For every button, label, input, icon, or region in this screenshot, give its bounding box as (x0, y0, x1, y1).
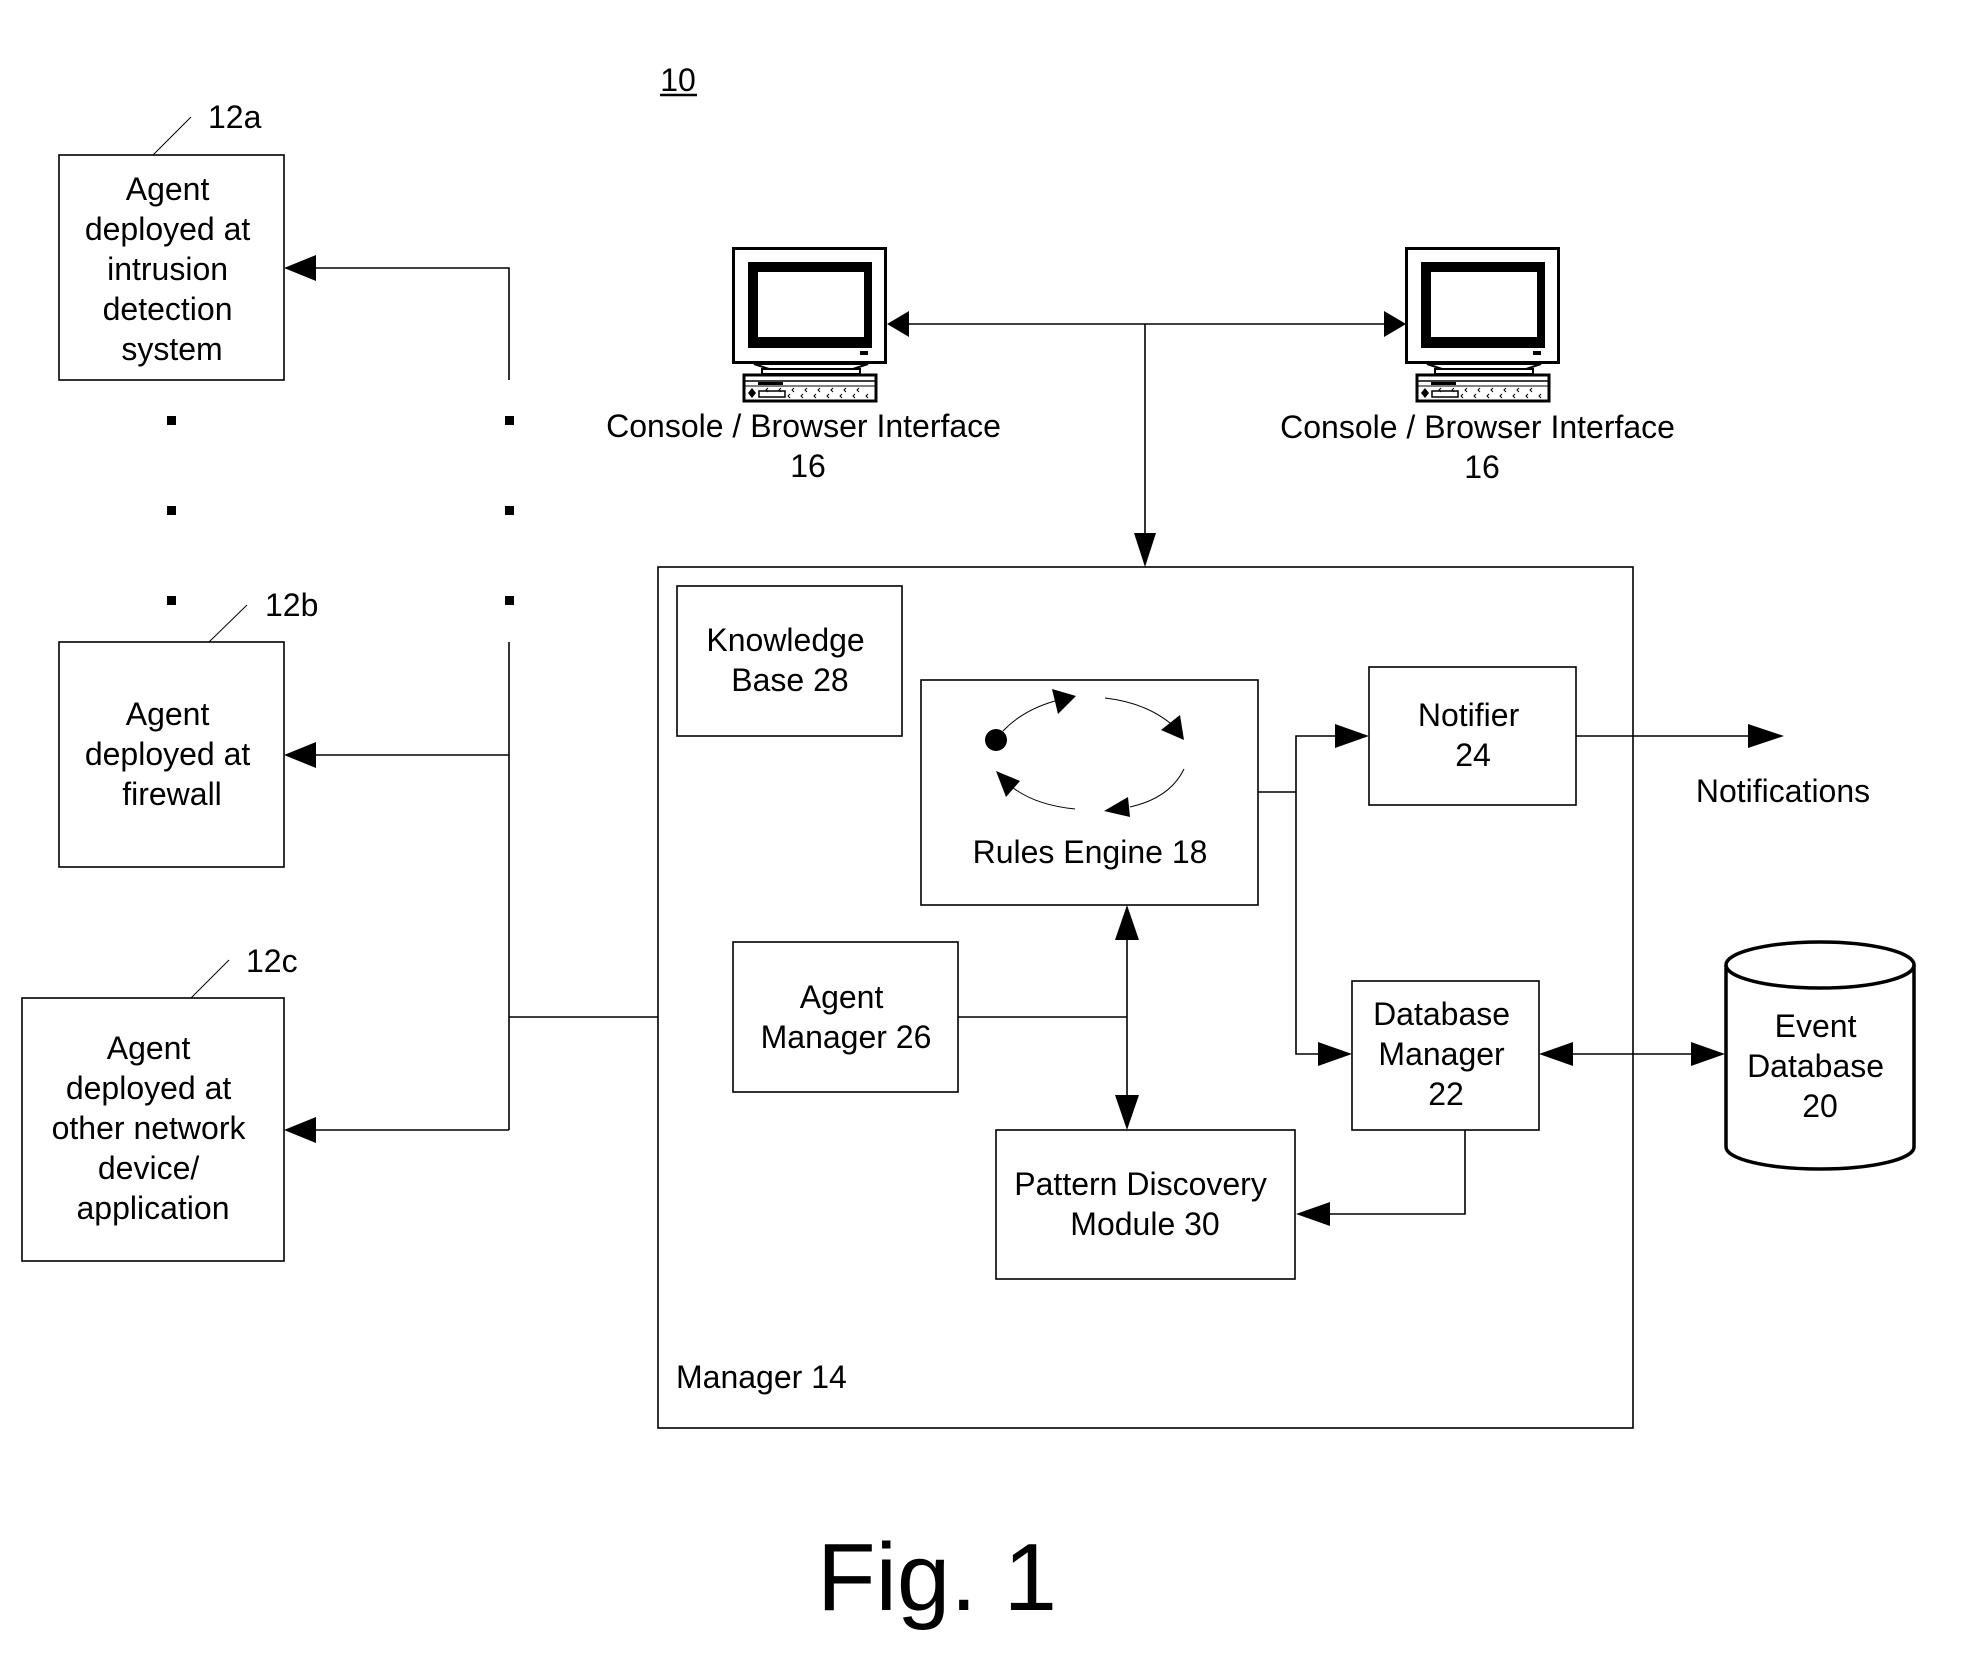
knowledge-base-28: Knowledge Base 28 (676, 585, 903, 737)
rules-engine-18: Rules Engine 18 (920, 679, 1259, 906)
arrow-to-agent-12b (284, 742, 316, 768)
figure-caption: Fig. 1 (817, 1524, 1057, 1631)
pattern-discovery-module-30: Pattern Discovery Module 30 (995, 1129, 1296, 1280)
database-manager-22: Database Manager 22 (1351, 980, 1540, 1131)
knowledge-base-box (676, 585, 903, 737)
rules-engine-box (920, 679, 1259, 906)
agent-12c: Agent deployed at other network device/ … (21, 943, 298, 1262)
system-diagram: 10 Agent deployed at intrusion detection… (21, 62, 1916, 1631)
agent-12b-ref: 12b (265, 587, 318, 623)
agent-12b-leader-line (208, 604, 248, 643)
computer-monitor-icon (732, 247, 887, 403)
manager-label: Manager 14 (676, 1359, 847, 1395)
agent-manager-26: Agent Manager 26 (732, 941, 959, 1093)
computer-monitor-icon (1405, 247, 1560, 403)
arrow-to-event-database (1691, 1042, 1725, 1066)
console-1: Console / Browser Interface 16 (606, 247, 1010, 484)
console-1-label: Console / Browser Interface 16 (606, 408, 1010, 484)
arrow-to-console-2 (1384, 311, 1406, 337)
agent-12b: Agent deployed at firewall 12b (58, 587, 318, 868)
agent-manager-box (732, 941, 959, 1093)
system-reference: 10 (660, 62, 697, 98)
rules-engine-label: Rules Engine 18 (973, 834, 1208, 870)
console-2: Console / Browser Interface 16 (1280, 247, 1684, 485)
agent-12c-leader-line (190, 959, 230, 999)
console-2-label: Console / Browser Interface 16 (1280, 409, 1684, 485)
agent-12a-leader-line (152, 116, 192, 156)
arrow-to-manager (1134, 533, 1156, 567)
notifier-24: Notifier 24 (1368, 666, 1577, 806)
pattern-discovery-box (995, 1129, 1296, 1280)
vertical-ellipsis-dots-icon (167, 416, 514, 605)
arrow-to-agent-12a (284, 255, 316, 281)
arrow-notifications (1748, 724, 1784, 748)
agent-12a: Agent deployed at intrusion detection sy… (58, 99, 285, 381)
system-ref-number: 10 (660, 62, 696, 98)
agent-12c-ref: 12c (246, 943, 298, 979)
agent-12a-ref: 12a (208, 99, 262, 135)
event-database-20: Event Database 20 (1724, 940, 1916, 1171)
notifications-label: Notifications (1696, 773, 1870, 809)
notifier-box (1368, 666, 1577, 806)
arrow-to-console-1 (887, 311, 909, 337)
arrow-to-agent-12c (284, 1117, 316, 1143)
